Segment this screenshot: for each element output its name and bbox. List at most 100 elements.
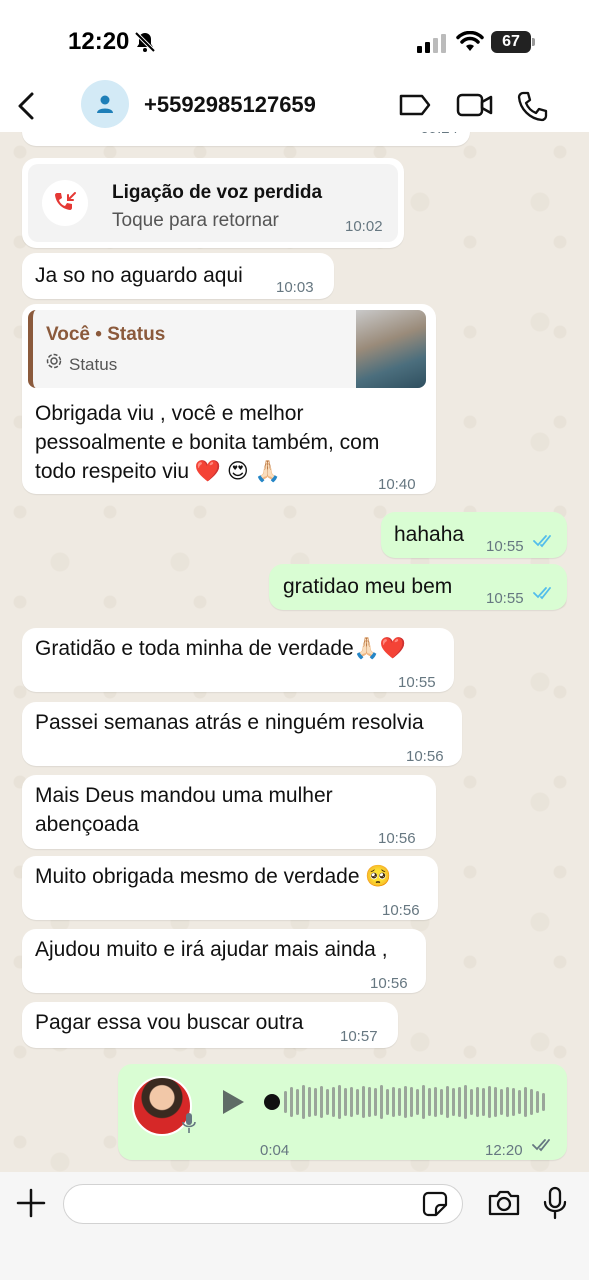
waveform-bar [380,1085,383,1119]
voice-message[interactable]: 0:04 12:20 [118,1064,567,1160]
message-text: Ajudou muito e irá ajudar mais ainda , [35,938,388,961]
waveform-bar [314,1088,317,1116]
playhead[interactable] [264,1094,280,1110]
waveform-bar [476,1087,479,1117]
waveform-bar [500,1089,503,1115]
message-bubble-previous[interactable]: 09:24 [22,132,470,146]
message-text-line: Obrigada viu , você e melhor [35,402,304,425]
waveform-bar [338,1085,341,1119]
message-time: 10:56 [382,902,420,919]
waveform-bar [446,1086,449,1118]
waveform-bar [542,1093,545,1111]
message-time: 10:55 [398,674,436,691]
message-text-line: Mais Deus mandou uma mulher [35,784,333,807]
message-text: hahaha [394,523,465,546]
status-icon [46,353,62,369]
outgoing-message[interactable]: gratidao meu bem 10:55 [269,564,567,610]
waveform-bar [386,1089,389,1115]
waveform-bar [530,1089,533,1115]
input-bar [0,1172,589,1280]
mic-icon [182,1113,196,1133]
waveform-bar [428,1088,431,1116]
mic-icon[interactable] [543,1186,567,1220]
waveform-bar [344,1088,347,1116]
double-check-icon [532,1139,550,1152]
message-text-line: abençoada [35,813,139,836]
waveform-bar [422,1085,425,1119]
waveform-bar [524,1087,527,1117]
waveform-bar [302,1085,305,1119]
message-time: 09:24 [420,132,458,143]
message-time: 10:03 [276,279,314,296]
status-thumbnail[interactable] [356,310,426,388]
waveform-bar [308,1087,311,1117]
message-time: 10:40 [378,476,416,493]
camera-icon[interactable] [487,1189,521,1217]
waveform-bar [452,1088,455,1116]
waveform-bar [404,1086,407,1118]
message-text: Gratidão e toda minha de verdade🙏🏻❤️ [35,637,407,660]
message-input[interactable] [63,1184,463,1224]
bell-off-icon [134,31,156,53]
missed-call-subtitle: Toque para retornar [112,210,279,231]
message-time: 10:55 [486,538,524,555]
incoming-message[interactable]: Muito obrigada mesmo de verdade 🥺 10:56 [22,856,438,920]
incoming-message[interactable]: Ajudou muito e irá ajudar mais ainda , 1… [22,929,426,993]
double-check-icon [533,535,551,548]
message-text: gratidao meu bem [283,575,453,598]
message-time: 10:56 [378,830,416,847]
waveform[interactable] [284,1080,545,1124]
message-time: 10:56 [370,975,408,992]
contact-avatar[interactable] [81,80,129,128]
phone-icon[interactable] [516,90,548,122]
waveform-bar [494,1087,497,1117]
missed-call-icon-wrap [42,180,88,226]
waveform-bar [374,1088,377,1116]
battery-level: 67 [491,31,531,53]
waveform-bar [470,1089,473,1115]
plus-icon[interactable] [16,1188,46,1218]
battery-icon: 67 [491,31,535,53]
reply-message[interactable]: Você • Status Status Obrigada viu , você… [22,304,436,494]
missed-call-title: Ligação de voz perdida [112,182,323,203]
waveform-bar [416,1089,419,1115]
message-text-line: pessoalmente e bonita também, com [35,431,380,454]
incoming-message[interactable]: Mais Deus mandou uma mulher abençoada 10… [22,775,436,849]
quoted-status[interactable]: Você • Status Status [28,310,426,388]
message-text: Passei semanas atrás e ninguém resolvia [35,711,424,734]
quote-type: Status [69,355,118,374]
play-icon[interactable] [220,1088,246,1116]
message-time: 10:56 [406,748,444,765]
waveform-bar [350,1087,353,1117]
label-icon[interactable] [398,92,432,118]
waveform-bar [482,1088,485,1116]
contact-name[interactable]: +5592985127659 [144,92,316,118]
waveform-bar [362,1086,365,1118]
waveform-bar [320,1086,323,1118]
waveform-bar [284,1091,287,1113]
status-bar: 12:20 67 [0,0,589,80]
chat-header: +5592985127659 [0,80,589,132]
waveform-bar [434,1087,437,1117]
person-icon [97,95,113,113]
incoming-message[interactable]: Ja so no aguardo aqui 10:03 [22,253,334,299]
waveform-bar [332,1087,335,1117]
incoming-message[interactable]: Pagar essa vou buscar outra 10:57 [22,1002,398,1048]
message-text: Ja so no aguardo aqui [35,264,243,287]
message-text: Muito obrigada mesmo de verdade 🥺 [35,865,392,888]
waveform-bar [464,1085,467,1119]
video-icon[interactable] [456,92,494,118]
missed-call-card[interactable]: Ligação de voz perdida Toque para retorn… [28,164,398,242]
incoming-message[interactable]: Passei semanas atrás e ninguém resolvia … [22,702,462,766]
message-time: 10:57 [340,1028,378,1045]
outgoing-message[interactable]: hahaha 10:55 [381,512,567,558]
back-icon[interactable] [14,90,40,122]
incoming-message[interactable]: Gratidão e toda minha de verdade🙏🏻❤️ 10:… [22,628,454,692]
waveform-bar [512,1088,515,1116]
quote-author: Você • Status [46,324,166,345]
chat-area[interactable]: 09:24 Ligação de voz perdida Toque para … [0,132,589,1172]
waveform-bar [392,1087,395,1117]
waveform-bar [440,1089,443,1115]
voice-duration: 0:04 [260,1142,290,1159]
sticker-icon[interactable] [422,1191,448,1217]
